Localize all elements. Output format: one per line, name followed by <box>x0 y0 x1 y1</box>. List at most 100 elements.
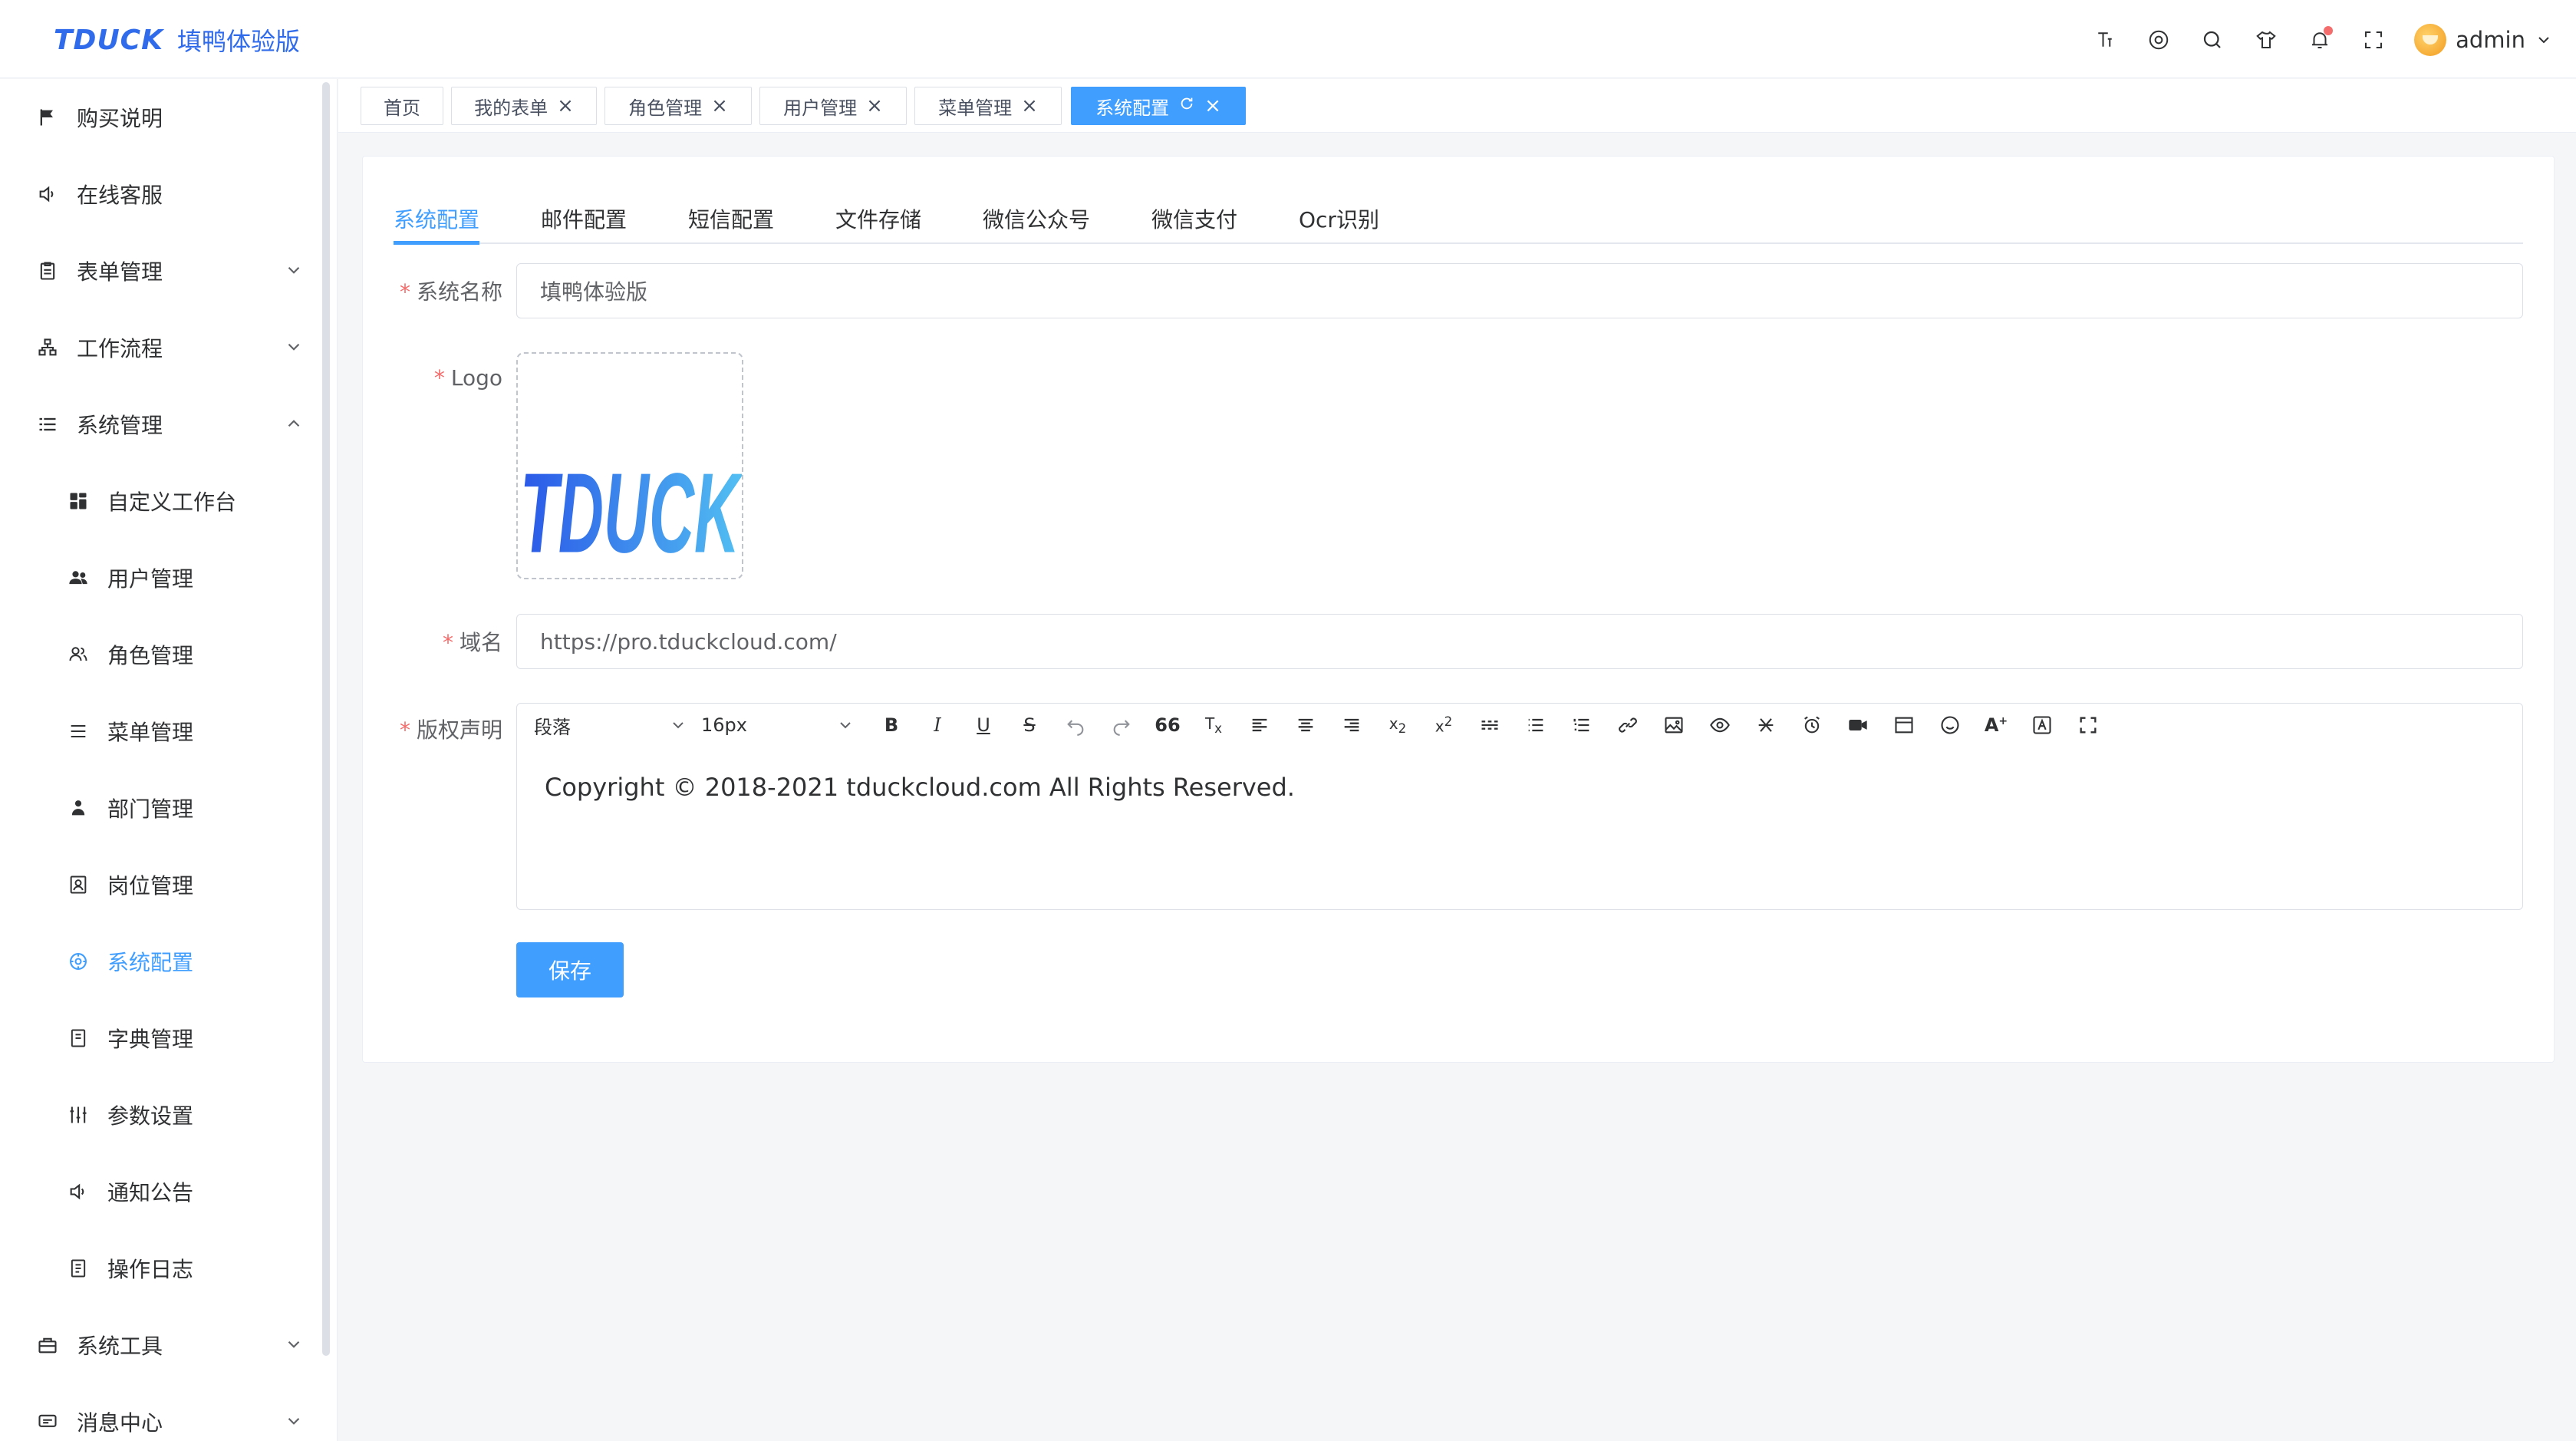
sidebar-item-custom-workbench[interactable]: 自定义工作台 <box>0 463 315 539</box>
sidebar-item-dept-management[interactable]: 部门管理 <box>0 770 315 846</box>
sidebar-item-label: 参数设置 <box>107 1103 194 1129</box>
subscript-icon[interactable]: x2 <box>1375 710 1421 740</box>
bg-color-icon[interactable] <box>2019 710 2065 740</box>
divider-icon[interactable] <box>1467 710 1513 740</box>
link-icon[interactable] <box>1605 710 1651 740</box>
theme-icon[interactable] <box>2239 18 2293 61</box>
close-icon[interactable]: × <box>711 96 728 116</box>
brand[interactable]: TDUCK 填鸭体验版 <box>54 20 300 60</box>
logo-uploader[interactable]: TDUCK <box>516 352 743 579</box>
github-icon[interactable] <box>2132 18 2186 61</box>
align-right-icon[interactable] <box>1329 710 1375 740</box>
clear-format-icon[interactable]: Tx <box>1191 710 1237 740</box>
superscript-icon[interactable]: x2 <box>1421 710 1467 740</box>
log-icon <box>68 1258 89 1279</box>
underline-icon[interactable]: U <box>960 710 1006 740</box>
tab-wechat-official[interactable]: 微信公众号 <box>983 195 1090 242</box>
align-left-icon[interactable] <box>1237 710 1283 740</box>
sidebar-item-notice[interactable]: 通知公告 <box>0 1153 315 1230</box>
tag-menu-management[interactable]: 菜单管理 × <box>914 87 1062 125</box>
undo-icon[interactable] <box>1052 710 1099 740</box>
italic-icon[interactable]: I <box>914 710 960 740</box>
table-icon[interactable] <box>1881 710 1927 740</box>
timer-icon[interactable] <box>1789 710 1835 740</box>
font-color-icon[interactable]: A+ <box>1973 710 2019 740</box>
sidebar-item-message-center[interactable]: 消息中心 <box>0 1383 315 1441</box>
tab-email-config[interactable]: 邮件配置 <box>541 195 627 242</box>
clipboard-icon <box>37 260 58 282</box>
sidebar-item-system-config[interactable]: 系统配置 <box>0 923 315 1000</box>
sidebar-item-role-management[interactable]: 角色管理 <box>0 616 315 693</box>
tab-file-storage[interactable]: 文件存储 <box>835 195 921 242</box>
domain-input[interactable]: https://pro.tduckcloud.com/ <box>516 614 2523 669</box>
emoji-icon[interactable] <box>1927 710 1973 740</box>
users-icon <box>68 567 89 589</box>
tag-my-forms[interactable]: 我的表单 × <box>451 87 597 125</box>
message-icon <box>37 1411 58 1433</box>
redo-icon[interactable] <box>1099 710 1145 740</box>
image-icon[interactable] <box>1651 710 1697 740</box>
chevron-up-icon <box>288 420 300 427</box>
close-icon[interactable]: × <box>866 96 883 116</box>
quote-icon[interactable]: 66 <box>1145 710 1191 740</box>
video-icon[interactable] <box>1835 710 1881 740</box>
tab-sms-config[interactable]: 短信配置 <box>688 195 774 242</box>
code-icon[interactable] <box>1743 710 1789 740</box>
ordered-list-icon[interactable] <box>1559 710 1605 740</box>
fullscreen-icon[interactable] <box>2347 18 2400 61</box>
tag-system-config[interactable]: 系统配置 × <box>1071 87 1246 125</box>
bullet-list-icon[interactable] <box>1513 710 1559 740</box>
sidebar-item-operation-log[interactable]: 操作日志 <box>0 1230 315 1307</box>
tag-role-management[interactable]: 角色管理 × <box>604 87 752 125</box>
tab-active-indicator <box>394 241 479 245</box>
label-text: 版权声明 <box>416 717 502 743</box>
tab-ocr[interactable]: Ocr识别 <box>1299 195 1379 242</box>
tab-wechat-pay[interactable]: 微信支付 <box>1151 195 1237 242</box>
sidebar-item-user-management[interactable]: 用户管理 <box>0 539 315 616</box>
sidebar-item-label: 字典管理 <box>107 1027 194 1052</box>
save-button[interactable]: 保存 <box>516 942 624 997</box>
close-icon[interactable]: × <box>1021 96 1038 116</box>
system-name-input[interactable]: 填鸭体验版 <box>516 263 2523 318</box>
label-text: Logo <box>450 365 502 391</box>
tag-home[interactable]: 首页 <box>361 87 443 125</box>
speaker-icon <box>37 183 58 205</box>
bold-icon[interactable]: B <box>868 710 914 740</box>
sidebar-item-purchase[interactable]: 购买说明 <box>0 79 315 156</box>
chevron-down-icon <box>673 722 684 729</box>
svg-text:TDUCK: TDUCK <box>520 450 742 576</box>
required-mark: * <box>433 365 445 391</box>
sidebar-item-dict-management[interactable]: 字典管理 <box>0 1000 315 1077</box>
menu-icon <box>68 720 89 742</box>
sidebar-item-post-management[interactable]: 岗位管理 <box>0 846 315 923</box>
close-icon[interactable]: × <box>1204 96 1221 116</box>
sidebar-scrollbar[interactable] <box>322 82 330 1356</box>
align-center-icon[interactable] <box>1283 710 1329 740</box>
font-size-select[interactable]: 16px <box>701 710 855 740</box>
font-size-icon[interactable] <box>2078 18 2132 61</box>
strikethrough-icon[interactable]: S <box>1006 710 1052 740</box>
avatar <box>2414 24 2447 56</box>
sidebar-item-label: 表单管理 <box>77 259 163 285</box>
sidebar-item-system-management[interactable]: 系统管理 <box>0 386 315 463</box>
tag-user-management[interactable]: 用户管理 × <box>759 87 907 125</box>
copyright-label: * 版权声明 <box>349 714 502 744</box>
bell-icon[interactable] <box>2293 18 2347 61</box>
flow-icon <box>37 337 58 358</box>
editor-content[interactable]: Copyright © 2018-2021 tduckcloud.com All… <box>545 773 1295 802</box>
sidebar-item-param-settings[interactable]: 参数设置 <box>0 1077 315 1153</box>
search-icon[interactable] <box>2186 18 2239 61</box>
close-icon[interactable]: × <box>557 96 574 116</box>
fullscreen-icon[interactable] <box>2065 710 2111 740</box>
chevron-down-icon <box>288 1340 300 1348</box>
sidebar-item-online-service[interactable]: 在线客服 <box>0 156 315 232</box>
refresh-icon[interactable] <box>1178 95 1195 117</box>
paragraph-select[interactable]: 段落 <box>534 710 687 740</box>
sidebar-item-menu-management[interactable]: 菜单管理 <box>0 693 315 770</box>
user-menu[interactable]: admin <box>2414 24 2561 56</box>
preview-icon[interactable] <box>1697 710 1743 740</box>
tab-system-config[interactable]: 系统配置 <box>394 195 479 242</box>
sidebar-item-system-tools[interactable]: 系统工具 <box>0 1307 315 1383</box>
sidebar-item-workflow[interactable]: 工作流程 <box>0 309 315 386</box>
sidebar-item-form-management[interactable]: 表单管理 <box>0 232 315 309</box>
